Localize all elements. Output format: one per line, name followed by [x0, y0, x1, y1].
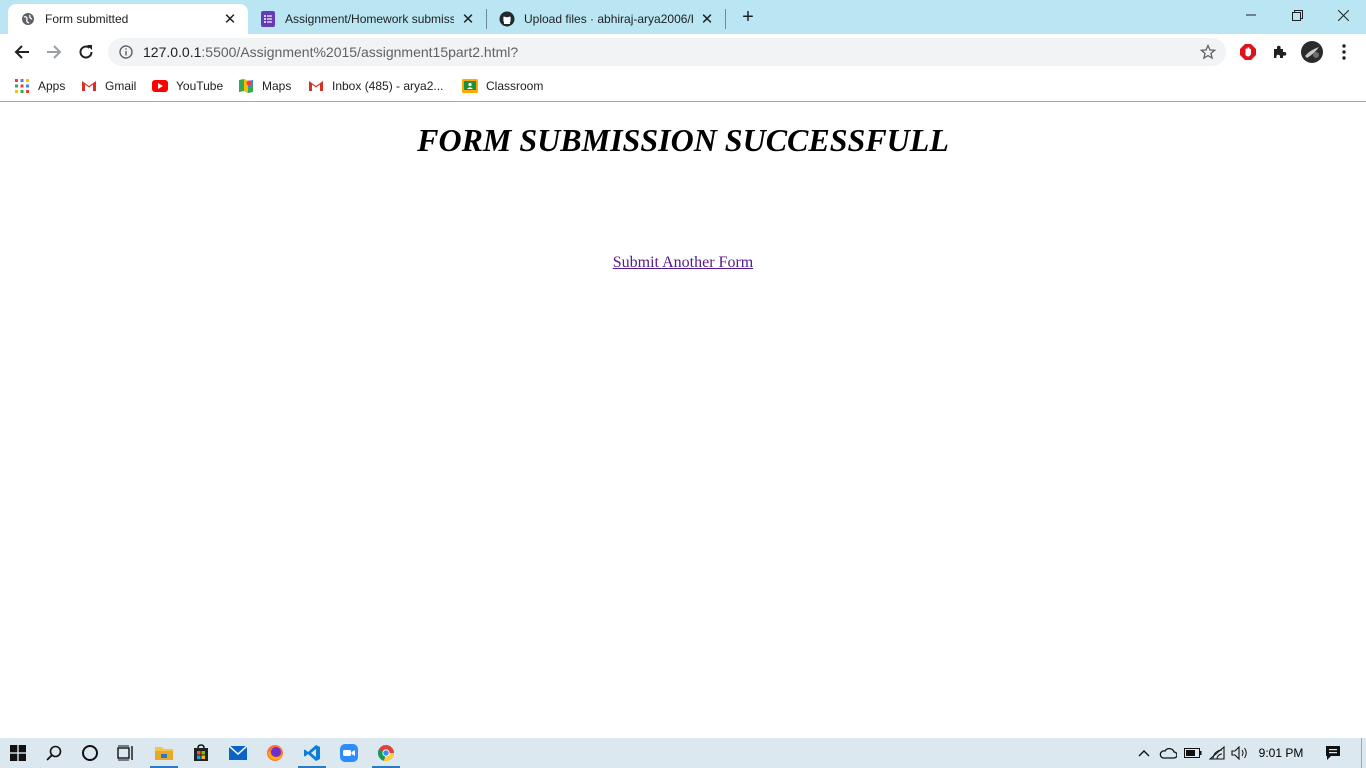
- apps-grid-icon: [14, 78, 30, 94]
- youtube-icon: [152, 78, 168, 94]
- page-content: FORM SUBMISSION SUCCESSFULL Submit Anoth…: [0, 102, 1366, 738]
- classroom-icon: [462, 78, 478, 94]
- url-host: 127.0.0.1: [143, 44, 202, 60]
- task-view-icon[interactable]: [110, 738, 142, 768]
- bookmark-inbox[interactable]: Inbox (485) - arya2...: [308, 76, 443, 96]
- bookmark-label: Inbox (485) - arya2...: [332, 79, 444, 93]
- site-info-icon[interactable]: [118, 44, 134, 60]
- search-icon[interactable]: [38, 738, 70, 768]
- windows-start-icon[interactable]: [2, 738, 34, 768]
- firefox-icon[interactable]: [259, 738, 291, 768]
- tab-strip: Form submitted ✕ Assignment/Homework sub…: [0, 0, 1366, 34]
- maps-icon: [238, 78, 254, 94]
- close-tab-icon[interactable]: ✕: [222, 11, 238, 28]
- bookmark-label: YouTube: [176, 79, 224, 93]
- tab-separator: [725, 9, 726, 29]
- tab-assignment-homework[interactable]: Assignment/Homework submissio ✕: [248, 4, 486, 34]
- google-forms-icon: [260, 11, 276, 27]
- bookmark-label: Maps: [262, 79, 292, 93]
- mail-icon[interactable]: [222, 738, 254, 768]
- bookmark-label: Gmail: [105, 79, 137, 93]
- onedrive-cloud-icon[interactable]: [1156, 738, 1180, 768]
- back-arrow-icon[interactable]: [8, 38, 36, 66]
- taskbar-clock[interactable]: 9:01 PM: [1250, 738, 1312, 768]
- bookmark-label: Classroom: [486, 79, 544, 93]
- close-window-icon[interactable]: [1320, 0, 1366, 30]
- close-tab-icon[interactable]: ✕: [460, 11, 476, 28]
- tab-form-submitted[interactable]: Form submitted ✕: [8, 4, 248, 34]
- show-hidden-icons-chevron-icon[interactable]: [1134, 738, 1154, 768]
- bookmark-maps[interactable]: Maps: [238, 76, 291, 96]
- file-explorer-icon[interactable]: [148, 738, 180, 768]
- adblock-extension-icon[interactable]: [1236, 40, 1260, 64]
- action-center-notifications-icon[interactable]: [1320, 738, 1346, 768]
- bookmark-apps[interactable]: Apps: [14, 76, 65, 96]
- chrome-icon[interactable]: [370, 738, 402, 768]
- address-bar[interactable]: 127.0.0.1:5500/Assignment%2015/assignmen…: [108, 38, 1226, 66]
- gmail-icon: [81, 78, 97, 94]
- profile-avatar[interactable]: [1300, 40, 1324, 64]
- show-desktop-button[interactable]: [1361, 738, 1366, 768]
- tab-title: Form submitted: [45, 12, 129, 26]
- url-text: 127.0.0.1:5500/Assignment%2015/assignmen…: [143, 44, 518, 60]
- cortana-circle-icon[interactable]: [74, 738, 106, 768]
- bookmark-youtube[interactable]: YouTube: [152, 76, 223, 96]
- restore-window-icon[interactable]: [1274, 0, 1320, 30]
- wifi-icon[interactable]: [1206, 738, 1228, 768]
- extensions-puzzle-icon[interactable]: [1268, 40, 1292, 64]
- browser-toolbar: 127.0.0.1:5500/Assignment%2015/assignmen…: [0, 34, 1366, 70]
- microsoft-store-icon[interactable]: [185, 738, 217, 768]
- url-path: :5500/Assignment%2015/assignment15part2.…: [201, 44, 519, 60]
- gmail-icon: [308, 78, 324, 94]
- zoom-icon[interactable]: [333, 738, 365, 768]
- new-tab-plus-icon[interactable]: +: [736, 5, 760, 29]
- bookmark-classroom[interactable]: Classroom: [462, 76, 543, 96]
- minimize-window-icon[interactable]: [1228, 0, 1274, 30]
- close-tab-icon[interactable]: ✕: [699, 11, 715, 28]
- submit-another-form-link[interactable]: Submit Another Form: [0, 254, 1366, 272]
- bookmarks-bar: Apps Gmail YouTube Maps Inbox (485) - ar…: [0, 70, 1366, 102]
- windows-taskbar: 9:01 PM: [0, 738, 1366, 768]
- tab-title: Upload files · abhiraj-arya2006/H: [524, 12, 693, 26]
- bookmark-star-icon[interactable]: [1199, 43, 1217, 60]
- volume-icon[interactable]: [1229, 738, 1251, 768]
- globe-icon: [20, 11, 36, 27]
- forward-arrow-icon[interactable]: [40, 38, 68, 66]
- github-icon: [499, 11, 515, 27]
- vscode-icon[interactable]: [296, 738, 328, 768]
- bookmark-gmail[interactable]: Gmail: [81, 76, 136, 96]
- browser-menu-icon[interactable]: [1332, 40, 1356, 64]
- tab-title: Assignment/Homework submissio: [285, 12, 454, 26]
- tab-upload-files[interactable]: Upload files · abhiraj-arya2006/H ✕: [487, 4, 725, 34]
- bookmark-label: Apps: [38, 79, 66, 93]
- reload-icon[interactable]: [72, 38, 100, 66]
- battery-icon[interactable]: [1182, 738, 1204, 768]
- page-heading: FORM SUBMISSION SUCCESSFULL: [417, 122, 949, 158]
